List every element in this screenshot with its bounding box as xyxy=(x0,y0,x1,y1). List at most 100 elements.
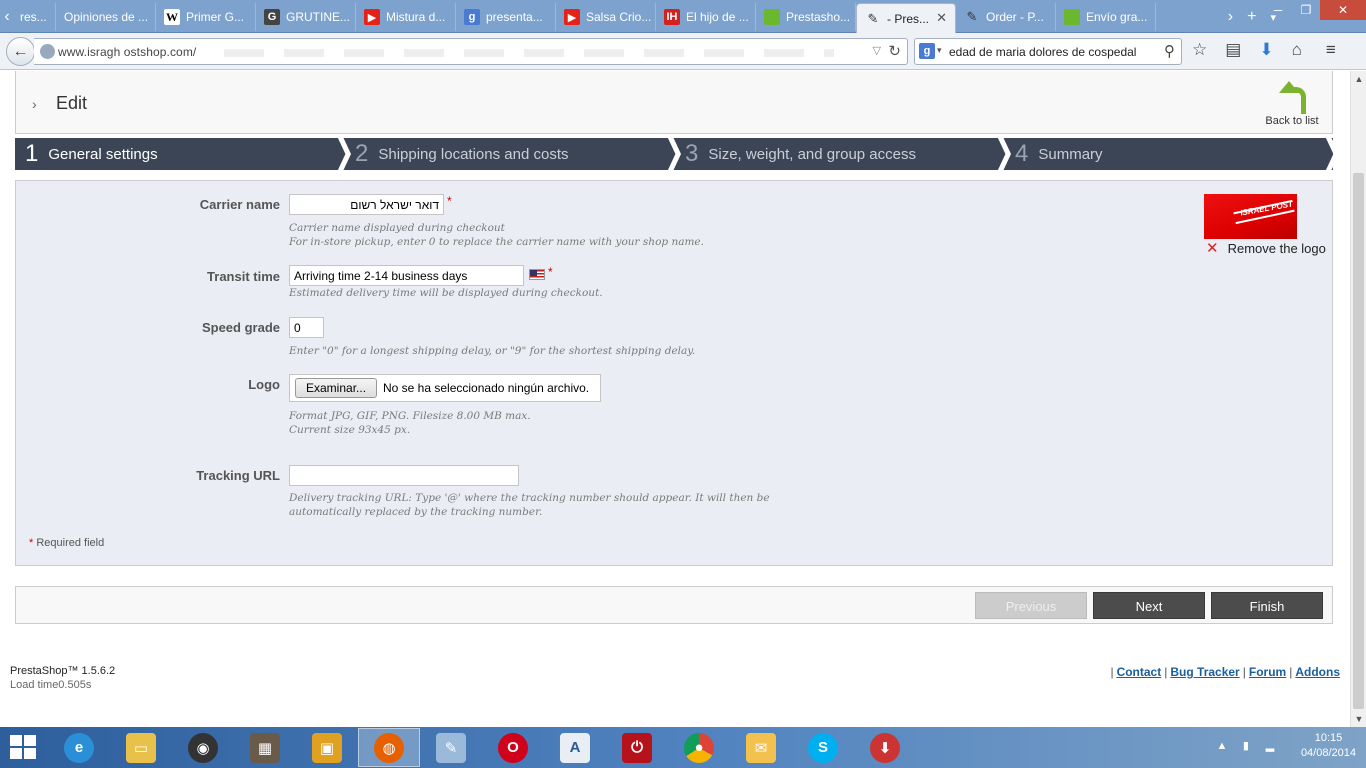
home-icon[interactable]: ⌂ xyxy=(1292,40,1302,60)
browser-back-button[interactable]: ← xyxy=(6,37,35,66)
browser-tab[interactable]: G GRUTINE... xyxy=(256,3,356,31)
url-history-dropdown-icon[interactable]: ▽ xyxy=(873,44,881,57)
footer-link-contact[interactable]: Contact xyxy=(1117,665,1162,679)
power-icon: ⏻ xyxy=(622,732,652,763)
taskbar-doc-app[interactable]: ▦ xyxy=(234,728,296,767)
browser-tab[interactable]: g presenta... xyxy=(456,3,556,31)
page-scrollbar[interactable]: ▲ ▼ xyxy=(1350,71,1366,727)
browser-tab[interactable]: ▶ Salsa Crio... xyxy=(556,3,656,31)
scroll-up-icon[interactable]: ▲ xyxy=(1351,71,1366,87)
wizard-step-2[interactable]: 2 Shipping locations and costs xyxy=(345,138,675,170)
tray-expand-icon[interactable]: ▲ xyxy=(1215,739,1229,753)
url-bar[interactable]: www.isragh ostshop.com/ ▽ ↻ xyxy=(34,38,908,65)
required-star: * xyxy=(447,194,452,208)
search-bar[interactable]: g ▾ edad de maria dolores de cospedal ⚲ xyxy=(914,38,1182,65)
step-label: Summary xyxy=(1038,145,1103,163)
battery-icon[interactable]: ▮ xyxy=(1239,739,1253,753)
taskbar-firefox[interactable]: ◍ xyxy=(358,728,420,767)
clock-time: 10:15 xyxy=(1314,732,1343,744)
minimize-icon[interactable]: ─ xyxy=(1264,0,1292,20)
download-manager-icon: ⬇ xyxy=(870,732,900,763)
search-engine-dropdown-icon[interactable]: ▾ xyxy=(937,45,942,56)
footer-link-addons[interactable]: Addons xyxy=(1295,665,1340,679)
browser-tab[interactable]: Prestasho... xyxy=(756,3,856,31)
taskbar-skype[interactable]: S xyxy=(792,728,854,767)
browser-tab[interactable]: ▶ Mistura d... xyxy=(356,3,456,31)
new-tab-icon[interactable]: + xyxy=(1247,8,1256,26)
download-icon[interactable]: ⬇ xyxy=(1259,40,1273,60)
network-signal-icon[interactable]: ▂ xyxy=(1263,739,1277,753)
carrier-name-hint-2: For in-store pickup, enter 0 to replace … xyxy=(289,236,704,248)
footer-link-forum[interactable]: Forum xyxy=(1249,665,1286,679)
next-button[interactable]: Next xyxy=(1093,592,1205,619)
tracking-url-input[interactable] xyxy=(289,465,519,486)
restore-icon[interactable]: ❐ xyxy=(1292,0,1320,20)
browser-tab[interactable]: Opiniones de ... xyxy=(56,3,156,31)
taskbar-downloader[interactable]: ⬇ xyxy=(854,728,916,767)
bookmark-star-icon[interactable]: ☆ xyxy=(1192,40,1207,60)
scroll-thumb[interactable] xyxy=(1353,173,1364,709)
taskbar-chrome[interactable]: ● xyxy=(668,728,730,767)
tab-scroll-right-icon[interactable]: › xyxy=(1228,8,1233,26)
back-to-list-button[interactable]: Back to list xyxy=(1262,81,1322,127)
url-redacted-area xyxy=(224,49,834,57)
browser-tab[interactable]: res... xyxy=(14,3,56,31)
tab-label: Opiniones de ... xyxy=(64,10,149,24)
taskbar-speaker-app[interactable]: ◉ xyxy=(172,728,234,767)
window-close-icon[interactable]: ✕ xyxy=(1320,0,1366,20)
step-label: General settings xyxy=(48,145,158,163)
browser-tab[interactable]: ✎ - Pres... ✕ xyxy=(856,3,956,33)
tab-scroll-left-icon[interactable]: ‹ xyxy=(0,4,14,30)
remove-logo-label: Remove the logo xyxy=(1227,240,1326,256)
tracking-url-hint-2: automatically replaced by the tracking n… xyxy=(289,506,543,518)
wizard-step-4[interactable]: 4 Summary xyxy=(1005,138,1333,170)
logo-file-input[interactable]: Examinar... No se ha seleccionado ningún… xyxy=(289,374,601,402)
search-icon[interactable]: ⚲ xyxy=(1164,42,1175,60)
tab-close-icon[interactable]: ✕ xyxy=(936,10,947,26)
browser-tab[interactable]: IH El hijo de ... xyxy=(656,3,756,31)
us-flag-language-icon[interactable] xyxy=(529,269,545,280)
tab-label: GRUTINE... xyxy=(286,10,351,24)
taskbar-media-app[interactable]: ▣ xyxy=(296,728,358,767)
browser-tab[interactable]: ✎ Order - P... xyxy=(956,3,1056,31)
wizard-step-1[interactable]: 1 General settings xyxy=(15,138,345,170)
footer-link-bug-tracker[interactable]: Bug Tracker xyxy=(1170,665,1239,679)
browser-tab[interactable]: Envío gra... xyxy=(1056,3,1156,31)
folder-icon: ▭ xyxy=(126,732,156,763)
skype-icon: S xyxy=(808,732,838,763)
google-search-engine-icon[interactable]: g xyxy=(919,43,935,59)
carrier-name-input[interactable] xyxy=(289,194,444,215)
remove-logo-link[interactable]: ✕ Remove the logo xyxy=(1206,239,1326,257)
menu-icon[interactable]: ≡ xyxy=(1326,40,1336,60)
wizard-step-3[interactable]: 3 Size, weight, and group access xyxy=(675,138,1005,170)
page-toolbar: › Edit Back to list xyxy=(15,71,1333,134)
windows-start-icon[interactable] xyxy=(10,735,38,761)
bookmarks-list-icon[interactable]: ▤ xyxy=(1225,40,1241,60)
chrome-icon: ● xyxy=(684,732,714,763)
taskbar-outlook[interactable]: ✉ xyxy=(730,728,792,767)
previous-button[interactable]: Previous xyxy=(975,592,1087,619)
logo-label: Logo xyxy=(248,377,280,392)
system-clock[interactable]: 10:15 04/08/2014 xyxy=(1301,731,1356,761)
browser-nav-bar: ← www.isragh ostshop.com/ ▽ ↻ g ▾ edad d… xyxy=(0,33,1366,70)
taskbar-power-app[interactable]: ⏻ xyxy=(606,728,668,767)
taskbar-word[interactable]: A xyxy=(544,728,606,767)
reload-icon[interactable]: ↻ xyxy=(888,42,901,60)
transit-time-input[interactable] xyxy=(289,265,524,286)
speed-grade-input[interactable] xyxy=(289,317,324,338)
taskbar-paint[interactable]: ✎ xyxy=(420,728,482,767)
taskbar-internet-explorer[interactable]: e xyxy=(48,728,110,767)
delete-x-icon: ✕ xyxy=(1206,240,1219,257)
browse-file-button[interactable]: Examinar... xyxy=(295,378,378,398)
tab-label: Primer G... xyxy=(186,10,245,24)
finish-button[interactable]: Finish xyxy=(1211,592,1323,619)
youtube-icon: ▶ xyxy=(364,9,380,25)
tab-label: Prestasho... xyxy=(786,10,851,24)
taskbar-file-explorer[interactable]: ▭ xyxy=(110,728,172,767)
scroll-down-icon[interactable]: ▼ xyxy=(1351,711,1366,727)
edit-icon: ✎ xyxy=(867,10,879,26)
browser-tab[interactable]: W Primer G... xyxy=(156,3,256,31)
taskbar-opera[interactable]: O xyxy=(482,728,544,767)
back-to-list-label: Back to list xyxy=(1265,115,1319,127)
prestashop-icon xyxy=(764,9,780,25)
